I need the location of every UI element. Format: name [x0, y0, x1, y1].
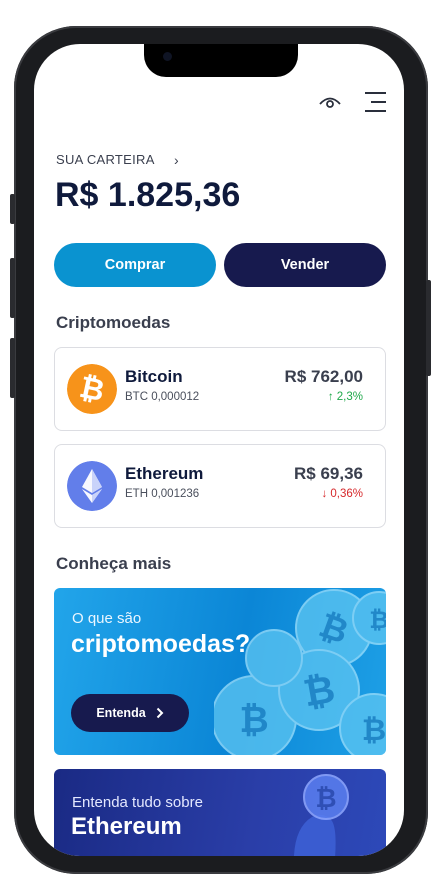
camera-icon — [163, 52, 172, 61]
crypto-change: ↑ 2,3% — [327, 391, 363, 403]
banner-ethereum[interactable]: ₿ Entenda tudo sobre Ethereum — [54, 769, 386, 856]
ethereum-icon — [67, 461, 117, 511]
crypto-change: ↓ 0,36% — [321, 488, 363, 500]
notch — [144, 44, 298, 77]
app-screen: SUA CARTEIRA › R$ 1.825,36 Comprar Vende… — [34, 44, 404, 856]
eye-icon[interactable] — [318, 94, 342, 110]
svg-text:₿: ₿ — [239, 699, 268, 740]
power-button — [426, 280, 431, 376]
volume-down-button — [10, 338, 15, 398]
chevron-right-icon[interactable]: › — [174, 152, 179, 168]
crypto-price: R$ 69,36 — [294, 464, 363, 483]
crypto-amount: BTC 0,000012 — [125, 391, 200, 403]
wallet-balance: R$ 1.825,36 — [55, 176, 241, 214]
crypto-price: R$ 762,00 — [284, 367, 363, 386]
banner-subtitle: Entenda tudo sobre — [72, 794, 203, 811]
learn-more-button[interactable]: Entenda — [71, 694, 189, 732]
bitcoin-icon: ₿ — [67, 364, 117, 414]
chevron-right-icon — [156, 707, 164, 719]
menu-icon[interactable] — [361, 90, 387, 114]
wallet-label[interactable]: SUA CARTEIRA — [56, 152, 155, 167]
svg-text:₿: ₿ — [369, 607, 386, 634]
banner-what-is-crypto[interactable]: ₿ ₿ ₿ ₿ ₿ O que são criptomoedas? Entend… — [54, 588, 386, 755]
banner-subtitle: O que são — [72, 610, 142, 627]
sell-button[interactable]: Vender — [224, 243, 386, 287]
bitcoin-coins-illustration: ₿ ₿ ₿ ₿ ₿ — [214, 589, 386, 755]
crypto-name: Ethereum — [125, 464, 204, 483]
mute-switch — [10, 194, 15, 224]
banner-title: Ethereum — [71, 813, 182, 840]
volume-up-button — [10, 258, 15, 318]
crypto-section-title: Criptomoedas — [56, 313, 171, 332]
crypto-card-ethereum[interactable]: Ethereum ETH 0,001236 R$ 69,36 ↓ 0,36% — [54, 444, 386, 528]
learn-section-title: Conheça mais — [56, 554, 172, 573]
crypto-amount: ETH 0,001236 — [125, 488, 200, 500]
crypto-name: Bitcoin — [125, 367, 183, 386]
learn-more-button-label: Entenda — [96, 706, 146, 720]
hand-coin-illustration: ₿ — [294, 774, 349, 856]
banner-title: criptomoedas? — [71, 630, 251, 658]
buy-button[interactable]: Comprar — [54, 243, 216, 287]
crypto-card-bitcoin[interactable]: ₿ Bitcoin BTC 0,000012 R$ 762,00 ↑ 2,3% — [54, 347, 386, 431]
svg-text:₿: ₿ — [362, 714, 386, 747]
svg-text:₿: ₿ — [315, 783, 336, 813]
